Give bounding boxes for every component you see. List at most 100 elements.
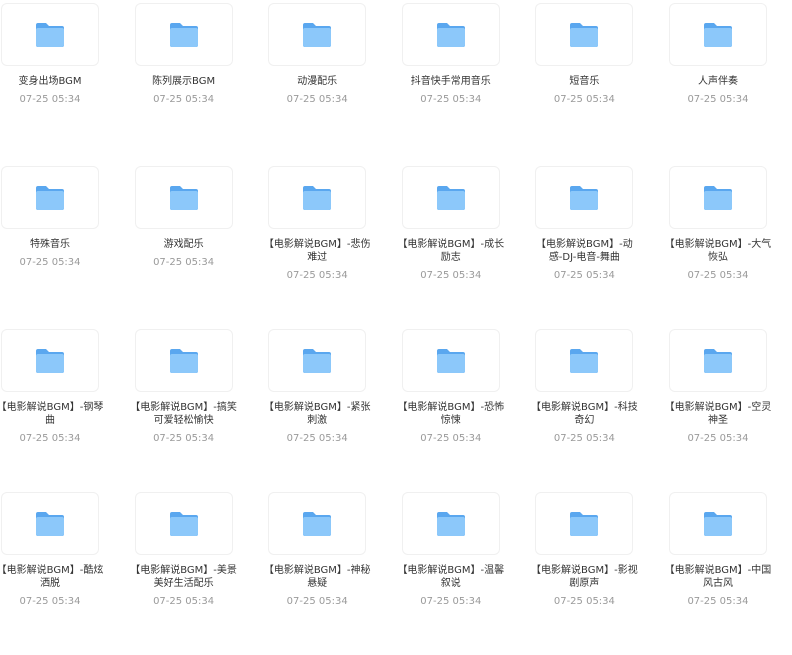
folder-thumbnail[interactable]: [1, 3, 99, 66]
folder-name[interactable]: 动漫配乐: [262, 75, 372, 88]
folder-date: 07-25 05:34: [286, 433, 348, 444]
folder-name[interactable]: 抖音快手常用音乐: [396, 75, 506, 88]
folder-thumbnail[interactable]: [134, 3, 233, 66]
folder-icon: [169, 185, 199, 211]
folder-name[interactable]: 【电影解说BGM】-悲伤难过: [262, 238, 372, 264]
folder-thumbnail[interactable]: [268, 166, 367, 229]
folder-item[interactable]: 抖音快手常用音乐 07-25 05:34: [401, 3, 501, 166]
folder-item[interactable]: 【电影解说BGM】-酷炫洒脱 07-25 05:34: [0, 492, 103, 655]
folder-icon: [569, 22, 599, 48]
folder-name[interactable]: 【电影解说BGM】-成长励志: [396, 238, 506, 264]
folder-thumbnail[interactable]: [668, 492, 767, 555]
folder-item[interactable]: 【电影解说BGM】-搞笑可爱轻松愉快 07-25 05:34: [130, 329, 237, 492]
folder-icon: [436, 22, 466, 48]
folder-name[interactable]: 陈列展示BGM: [129, 75, 239, 88]
folder-item[interactable]: 人声伴奏 07-25 05:34: [668, 3, 768, 166]
folder-thumbnail[interactable]: [401, 166, 500, 229]
folder-icon: [169, 348, 199, 374]
folder-thumbnail[interactable]: [535, 329, 634, 392]
folder-thumbnail[interactable]: [535, 492, 634, 555]
folder-name[interactable]: 【电影解说BGM】-恐怖惊悚: [396, 401, 506, 427]
folder-item[interactable]: 【电影解说BGM】-神秘悬疑 07-25 05:34: [264, 492, 371, 655]
folder-icon: [703, 348, 733, 374]
folder-name[interactable]: 游戏配乐: [129, 238, 239, 251]
folder-thumbnail[interactable]: [268, 329, 367, 392]
folder-date: 07-25 05:34: [420, 270, 482, 281]
folder-name[interactable]: 特殊音乐: [0, 238, 105, 251]
folder-date: 07-25 05:34: [153, 257, 215, 268]
folder-thumbnail[interactable]: [668, 166, 767, 229]
folder-name[interactable]: 【电影解说BGM】-大气恢弘: [663, 238, 773, 264]
folder-thumbnail[interactable]: [1, 329, 99, 392]
folder-date: 07-25 05:34: [420, 596, 482, 607]
folder-thumbnail[interactable]: [1, 166, 99, 229]
folder-icon: [302, 348, 332, 374]
folder-icon: [703, 511, 733, 537]
folder-item[interactable]: 【电影解说BGM】-动感-DJ-电音-舞曲 07-25 05:34: [534, 166, 634, 329]
folder-item[interactable]: 【电影解说BGM】-悲伤难过 07-25 05:34: [264, 166, 371, 329]
folder-icon: [169, 511, 199, 537]
folder-item[interactable]: 【电影解说BGM】-大气恢弘 07-25 05:34: [665, 166, 771, 329]
folder-item[interactable]: 【电影解说BGM】-空灵神圣 07-25 05:34: [665, 329, 771, 492]
folder-date: 07-25 05:34: [153, 596, 215, 607]
folder-item[interactable]: 特殊音乐 07-25 05:34: [0, 166, 100, 329]
folder-thumbnail[interactable]: [668, 3, 767, 66]
folder-name[interactable]: 【电影解说BGM】-动感-DJ-电音-舞曲: [529, 238, 639, 264]
folder-date: 07-25 05:34: [19, 94, 81, 105]
folder-name[interactable]: 【电影解说BGM】-美景美好生活配乐: [129, 564, 239, 590]
folder-date: 07-25 05:34: [286, 596, 348, 607]
folder-thumbnail[interactable]: [401, 3, 500, 66]
folder-name[interactable]: 【电影解说BGM】-影视剧原声: [529, 564, 639, 590]
folder-name[interactable]: 【电影解说BGM】-空灵神圣: [663, 401, 773, 427]
folder-thumbnail[interactable]: [268, 3, 367, 66]
folder-thumbnail[interactable]: [268, 492, 367, 555]
folder-item[interactable]: 【电影解说BGM】-恐怖惊悚 07-25 05:34: [397, 329, 504, 492]
folder-thumbnail[interactable]: [401, 492, 500, 555]
folder-name[interactable]: 【电影解说BGM】-酷炫洒脱: [0, 564, 105, 590]
folder-item[interactable]: 【电影解说BGM】-影视剧原声 07-25 05:34: [531, 492, 638, 655]
folder-icon: [569, 511, 599, 537]
folder-date: 07-25 05:34: [19, 257, 81, 268]
folder-item[interactable]: 【电影解说BGM】-美景美好生活配乐 07-25 05:34: [130, 492, 237, 655]
folder-name[interactable]: 短音乐: [529, 75, 639, 88]
folder-name[interactable]: 变身出场BGM: [0, 75, 105, 88]
folder-name[interactable]: 人声伴奏: [663, 75, 773, 88]
folder-thumbnail[interactable]: [668, 329, 767, 392]
folder-name[interactable]: 【电影解说BGM】-搞笑可爱轻松愉快: [129, 401, 239, 427]
folder-icon: [35, 185, 65, 211]
folder-icon: [169, 22, 199, 48]
folder-item[interactable]: 【电影解说BGM】-温馨叙说 07-25 05:34: [397, 492, 504, 655]
folder-date: 07-25 05:34: [19, 596, 81, 607]
folder-icon: [35, 348, 65, 374]
folder-item[interactable]: 【电影解说BGM】-钢琴曲 07-25 05:34: [0, 329, 103, 492]
folder-name[interactable]: 【电影解说BGM】-中国风古风: [663, 564, 773, 590]
folder-item[interactable]: 【电影解说BGM】-科技奇幻 07-25 05:34: [531, 329, 638, 492]
folder-name[interactable]: 【电影解说BGM】-科技奇幻: [529, 401, 639, 427]
folder-icon: [703, 22, 733, 48]
folder-name[interactable]: 【电影解说BGM】-神秘悬疑: [262, 564, 372, 590]
folder-name[interactable]: 【电影解说BGM】-温馨叙说: [396, 564, 506, 590]
folder-thumbnail[interactable]: [134, 492, 233, 555]
folder-item[interactable]: 【电影解说BGM】-紧张刺激 07-25 05:34: [264, 329, 371, 492]
folder-thumbnail[interactable]: [401, 329, 500, 392]
folder-thumbnail[interactable]: [1, 492, 99, 555]
folder-item[interactable]: 动漫配乐 07-25 05:34: [267, 3, 367, 166]
folder-item[interactable]: 【电影解说BGM】-中国风古风 07-25 05:34: [665, 492, 771, 655]
folder-thumbnail[interactable]: [134, 166, 233, 229]
folder-item[interactable]: 陈列展示BGM 07-25 05:34: [134, 3, 234, 166]
folder-thumbnail[interactable]: [134, 329, 233, 392]
folder-thumbnail[interactable]: [535, 3, 634, 66]
folder-name[interactable]: 【电影解说BGM】-紧张刺激: [262, 401, 372, 427]
folder-item[interactable]: 游戏配乐 07-25 05:34: [134, 166, 234, 329]
folder-thumbnail[interactable]: [535, 166, 634, 229]
folder-date: 07-25 05:34: [687, 270, 749, 281]
folder-item[interactable]: 短音乐 07-25 05:34: [534, 3, 634, 166]
folder-date: 07-25 05:34: [553, 596, 615, 607]
folder-item[interactable]: 【电影解说BGM】-成长励志 07-25 05:34: [397, 166, 504, 329]
folder-date: 07-25 05:34: [19, 433, 81, 444]
folder-name[interactable]: 【电影解说BGM】-钢琴曲: [0, 401, 105, 427]
folder-item[interactable]: 变身出场BGM 07-25 05:34: [0, 3, 100, 166]
folder-date: 07-25 05:34: [420, 94, 482, 105]
folder-date: 07-25 05:34: [553, 433, 615, 444]
folder-date: 07-25 05:34: [153, 433, 215, 444]
